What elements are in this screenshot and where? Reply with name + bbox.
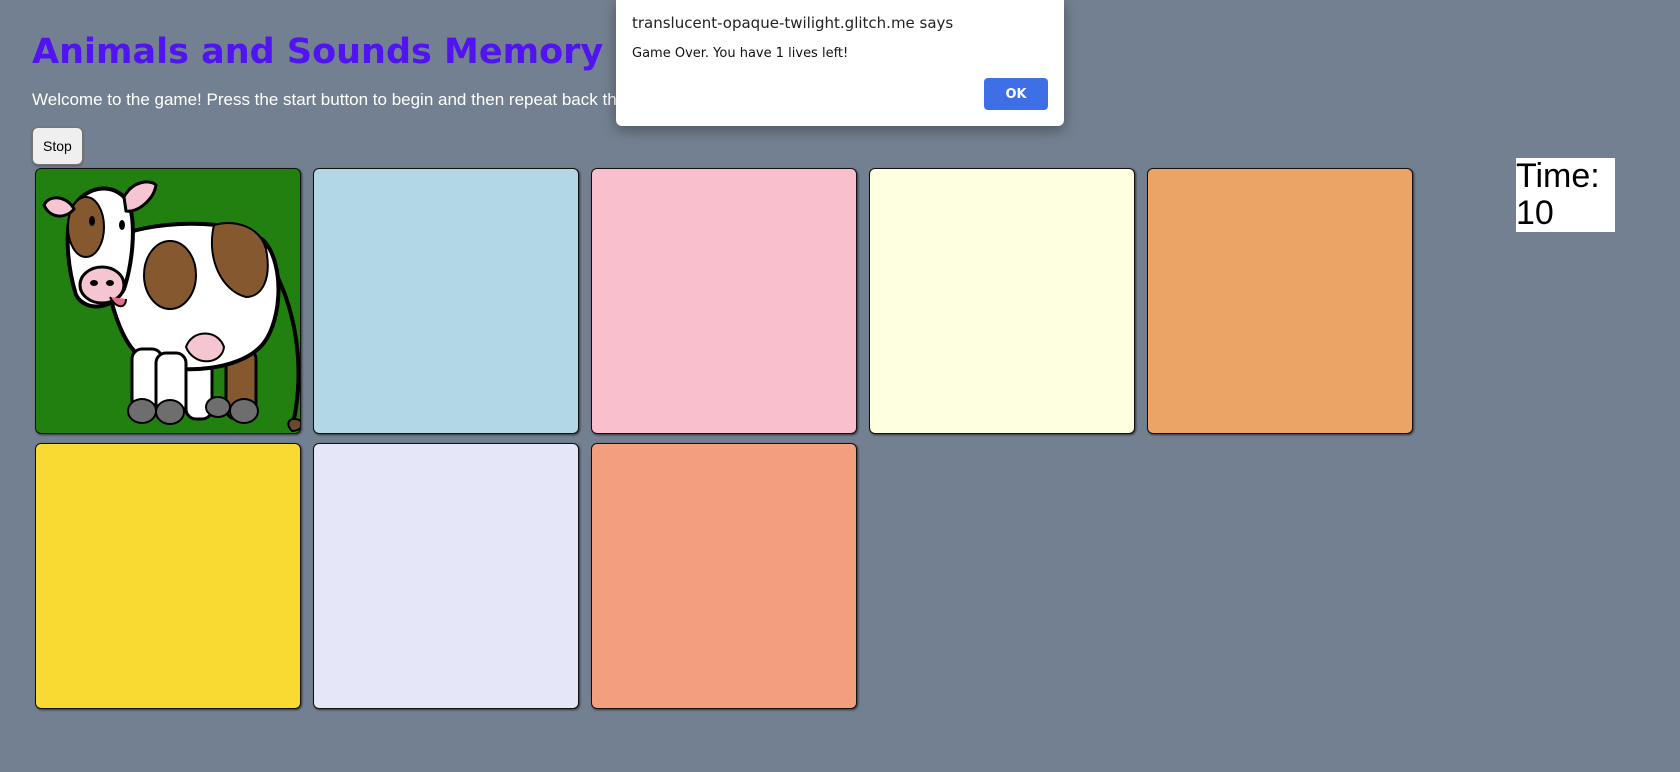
intro-text: Welcome to the game! Press the start but…: [32, 90, 689, 109]
game-tile-7[interactable]: [313, 443, 579, 709]
dialog-message: Game Over. You have 1 lives left!: [632, 46, 849, 61]
game-tile-4[interactable]: [869, 168, 1135, 434]
dialog-origin: translucent-opaque-twilight.glitch.me sa…: [632, 14, 954, 32]
game-tile-2[interactable]: [313, 168, 579, 434]
game-tile-3[interactable]: [591, 168, 857, 434]
cow-image: [42, 180, 300, 433]
game-tile-8[interactable]: [591, 443, 857, 709]
alert-dialog: translucent-opaque-twilight.glitch.me sa…: [616, 0, 1064, 126]
game-tile-1[interactable]: [35, 168, 301, 434]
timer-label: Time:: [1516, 157, 1600, 195]
timer: Time: 10: [1516, 158, 1615, 232]
game-tile-6[interactable]: [35, 443, 301, 709]
ok-button[interactable]: OK: [984, 78, 1048, 110]
stop-button[interactable]: Stop: [32, 127, 83, 165]
game-tile-5[interactable]: [1147, 168, 1413, 434]
timer-value: 10: [1516, 194, 1554, 232]
